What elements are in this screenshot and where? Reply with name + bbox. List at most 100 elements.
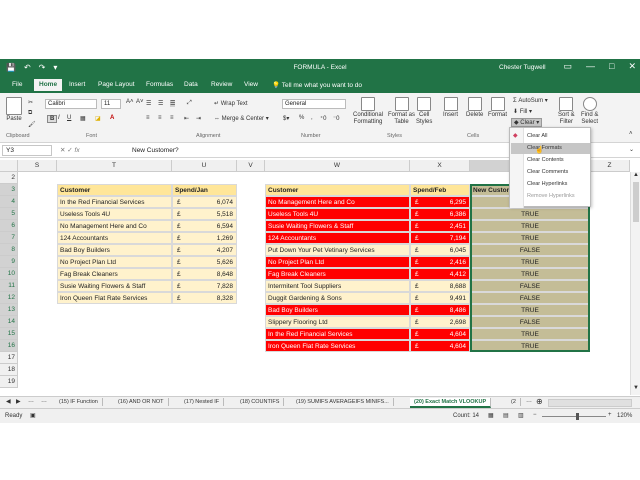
- table2-result-cell[interactable]: FALSE: [470, 292, 590, 304]
- table2-customer-cell[interactable]: Susie Waiting Flowers & Staff: [265, 220, 410, 232]
- row-header[interactable]: 7: [0, 232, 18, 244]
- tell-me-search[interactable]: 💡 Tell me what you want to do: [272, 81, 362, 89]
- paste-button[interactable]: Paste: [6, 97, 22, 123]
- table2-customer-cell[interactable]: Intermitent Tool Suppliers: [265, 280, 410, 292]
- sheet-tab-16[interactable]: (16) AND OR NOT: [114, 398, 169, 406]
- table1-header-spend[interactable]: Spend/Jan: [172, 184, 237, 196]
- table1-customer-cell[interactable]: Useless Tools 4U: [57, 208, 172, 220]
- fill-color-icon[interactable]: ◪: [95, 115, 101, 122]
- table1-spend-cell[interactable]: £1,269: [172, 232, 237, 244]
- table2-spend-cell[interactable]: £4,604: [410, 328, 470, 340]
- table1-customer-cell[interactable]: Fag Break Cleaners: [57, 268, 172, 280]
- scroll-tabs-right-icon[interactable]: ▶: [16, 398, 21, 405]
- table2-customer-cell[interactable]: Bad Boy Builders: [265, 304, 410, 316]
- font-color-icon[interactable]: A: [110, 115, 114, 121]
- close-icon[interactable]: ✕: [628, 61, 636, 72]
- column-header[interactable]: T: [57, 160, 172, 172]
- scroll-down-icon[interactable]: ▼: [633, 385, 639, 391]
- table1-customer-cell[interactable]: No Management Here and Co: [57, 220, 172, 232]
- row-header[interactable]: 15: [0, 328, 18, 340]
- table2-customer-cell[interactable]: 124 Accountants: [265, 232, 410, 244]
- table2-header-spend[interactable]: Spend/Feb: [410, 184, 470, 196]
- table2-spend-cell[interactable]: £6,386: [410, 208, 470, 220]
- column-header[interactable]: X: [410, 160, 470, 172]
- new-sheet-icon[interactable]: ⊕: [536, 397, 543, 406]
- macro-record-icon[interactable]: ▣: [30, 412, 36, 419]
- table2-customer-cell[interactable]: Fag Break Cleaners: [265, 268, 410, 280]
- table1-customer-cell[interactable]: 124 Accountants: [57, 232, 172, 244]
- scroll-tabs-left-icon[interactable]: ◀: [6, 398, 11, 405]
- table2-result-cell[interactable]: TRUE: [470, 328, 590, 340]
- zoom-level[interactable]: 120%: [617, 413, 632, 419]
- row-header[interactable]: 2: [0, 172, 18, 184]
- tab-file[interactable]: File: [12, 81, 22, 88]
- align-center-icon[interactable]: ≡: [158, 115, 162, 121]
- row-header[interactable]: 10: [0, 268, 18, 280]
- row-header[interactable]: 17: [0, 352, 18, 364]
- orientation-icon[interactable]: ⤢: [187, 100, 192, 107]
- find-select-button[interactable]: Find & Select: [581, 97, 598, 126]
- sheet-tab-next[interactable]: (2: [507, 398, 521, 406]
- select-all-corner[interactable]: [0, 160, 18, 172]
- table2-spend-cell[interactable]: £8,486: [410, 304, 470, 316]
- column-header[interactable]: S: [18, 160, 57, 172]
- table2-result-cell[interactable]: TRUE: [470, 304, 590, 316]
- align-bottom-icon[interactable]: ☰: [170, 100, 176, 107]
- row-header[interactable]: 18: [0, 364, 18, 376]
- tab-review[interactable]: Review: [211, 81, 232, 88]
- cell-styles-button[interactable]: Cell Styles: [416, 97, 432, 126]
- table2-result-cell[interactable]: FALSE: [470, 316, 590, 328]
- decrease-indent-icon[interactable]: ⇤: [184, 115, 189, 122]
- horizontal-scrollbar[interactable]: [548, 399, 632, 407]
- table2-customer-cell[interactable]: Useless Tools 4U: [265, 208, 410, 220]
- table1-customer-cell[interactable]: Bad Boy Builders: [57, 244, 172, 256]
- table1-spend-cell[interactable]: £6,074: [172, 196, 237, 208]
- tab-page-layout[interactable]: Page Layout: [98, 81, 135, 88]
- zoom-slider-thumb[interactable]: [576, 413, 579, 420]
- table2-spend-cell[interactable]: £9,491: [410, 292, 470, 304]
- table2-result-cell[interactable]: TRUE: [470, 220, 590, 232]
- table2-customer-cell[interactable]: No Project Plan Ltd: [265, 256, 410, 268]
- shrink-font-icon[interactable]: A˅: [136, 99, 144, 105]
- tab-view[interactable]: View: [244, 81, 258, 88]
- accounting-format-icon[interactable]: $▾: [283, 115, 289, 122]
- zoom-out-icon[interactable]: −: [533, 412, 537, 418]
- table2-result-cell[interactable]: TRUE: [470, 340, 590, 352]
- tab-insert[interactable]: Insert: [69, 81, 85, 88]
- name-box[interactable]: Y3: [2, 145, 52, 156]
- user-name[interactable]: Chester Tugwell: [499, 64, 546, 71]
- sort-filter-button[interactable]: Sort & Filter: [558, 97, 575, 126]
- table2-customer-cell[interactable]: Slippery Flooring Ltd: [265, 316, 410, 328]
- wrap-text-button[interactable]: ↵ Wrap Text: [214, 100, 248, 107]
- sheet-tab-19[interactable]: (19) SUMIFS AVERAGEIFS MINIFS...: [292, 398, 394, 406]
- table2-customer-cell[interactable]: Duggit Gardening & Sons: [265, 292, 410, 304]
- align-right-icon[interactable]: ≡: [170, 115, 174, 121]
- table2-customer-cell[interactable]: Put Down Your Pet Vetinary Services: [265, 244, 410, 256]
- normal-view-icon[interactable]: ▦: [488, 412, 494, 419]
- align-middle-icon[interactable]: ☰: [158, 100, 163, 107]
- table2-header-customer[interactable]: Customer: [265, 184, 410, 196]
- formula-input[interactable]: New Customer?: [132, 147, 179, 154]
- delete-cells-button[interactable]: Delete: [466, 97, 483, 119]
- scrollbar-thumb[interactable]: [633, 182, 639, 222]
- align-top-icon[interactable]: ☰: [146, 100, 151, 107]
- italic-button[interactable]: I: [58, 115, 60, 121]
- align-left-icon[interactable]: ≡: [146, 115, 150, 121]
- column-header[interactable]: W: [265, 160, 410, 172]
- table2-spend-cell[interactable]: £8,688: [410, 280, 470, 292]
- font-size-select[interactable]: 11: [101, 99, 121, 109]
- borders-icon[interactable]: ▦: [80, 115, 86, 122]
- fill-button[interactable]: ⬇ Fill ▾: [513, 108, 532, 115]
- column-header[interactable]: Z: [590, 160, 630, 172]
- underline-button[interactable]: U: [67, 115, 71, 121]
- row-header[interactable]: 3: [0, 184, 18, 196]
- tab-formulas[interactable]: Formulas: [146, 81, 173, 88]
- merge-center-button[interactable]: ⇔ Merge & Center ▾: [214, 115, 269, 122]
- table2-spend-cell[interactable]: £6,295: [410, 196, 470, 208]
- table2-spend-cell[interactable]: £6,045: [410, 244, 470, 256]
- format-cells-button[interactable]: Format: [488, 97, 507, 119]
- sheet-tab-15[interactable]: (15) IF Function: [55, 398, 103, 406]
- more-tabs-left-icon[interactable]: …: [28, 398, 34, 404]
- menu-item-clear-hyperlinks[interactable]: Clear Hyperlinks: [527, 181, 567, 187]
- table1-spend-cell[interactable]: £8,328: [172, 292, 237, 304]
